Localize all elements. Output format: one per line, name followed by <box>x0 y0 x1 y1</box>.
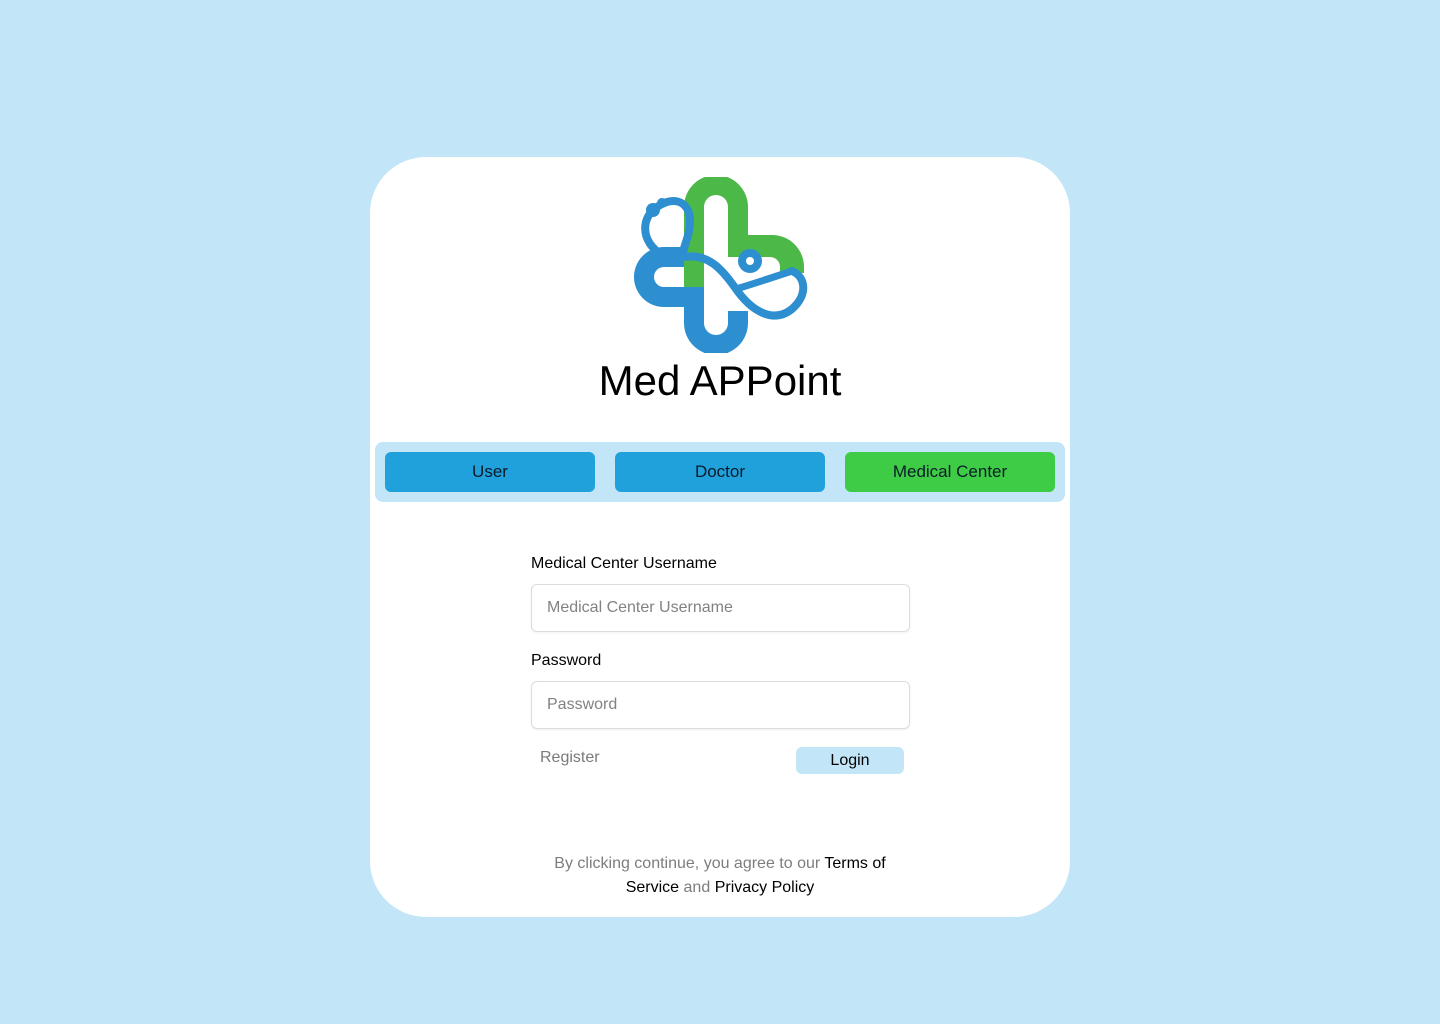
role-doctor-button[interactable]: Doctor <box>615 452 825 492</box>
username-input[interactable] <box>531 584 910 632</box>
role-medical-center-button[interactable]: Medical Center <box>845 452 1055 492</box>
login-card: Med APPoint User Doctor Medical Center M… <box>370 157 1070 917</box>
login-button[interactable]: Login <box>796 747 904 774</box>
password-label: Password <box>531 652 602 669</box>
legal-notice: By clicking continue, you agree to our T… <box>530 852 910 900</box>
register-link[interactable]: Register <box>540 749 600 767</box>
password-input[interactable] <box>531 681 910 729</box>
privacy-policy-link[interactable]: Privacy Policy <box>715 879 815 896</box>
role-user-button[interactable]: User <box>385 452 595 492</box>
username-label: Medical Center Username <box>531 555 717 572</box>
medical-cross-stethoscope-icon <box>634 177 808 353</box>
login-form: Medical Center Username Password <box>531 555 910 729</box>
role-selector: User Doctor Medical Center <box>375 442 1065 502</box>
legal-prefix: By clicking continue, you agree to our <box>554 855 821 872</box>
legal-connector: and <box>683 879 711 896</box>
app-title: Med APPoint <box>598 357 842 404</box>
